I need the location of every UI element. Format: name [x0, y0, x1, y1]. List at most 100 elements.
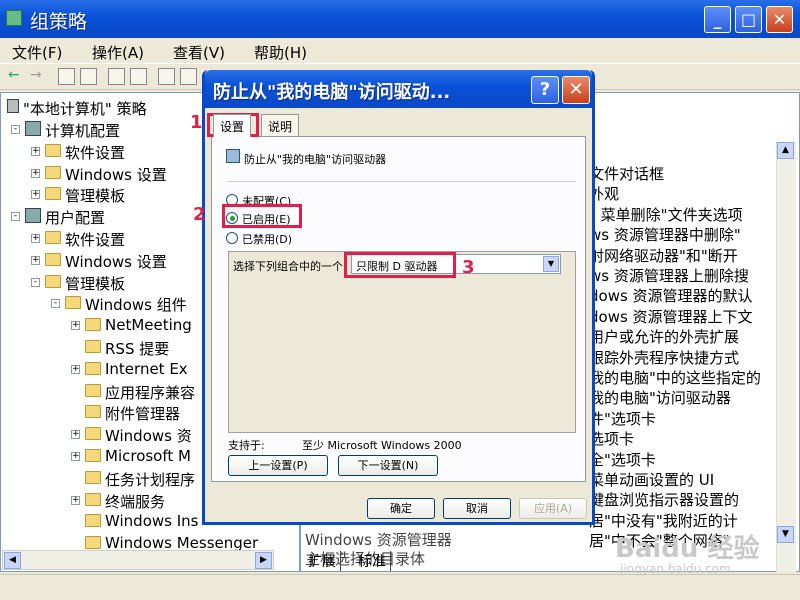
settings-panel: 防止从"我的电脑"访问驱动器 未配置(C) 已启用(E) 已禁用(D) 选择下列… [211, 136, 586, 482]
policy-list-item[interactable]: 我的电脑"访问驱动器 [589, 387, 731, 408]
dialog-close-button[interactable]: ✕ [562, 76, 590, 104]
expand-icon[interactable]: + [31, 168, 40, 178]
policy-dialog: 防止从"我的电脑"访问驱动... ? ✕ 设置 说明 防止从"我的电脑"访问驱动… [202, 70, 595, 525]
watermark-url: jingyan.baidu.com [620, 562, 731, 576]
cancel-button[interactable]: 取消 [443, 498, 511, 519]
menu-file[interactable]: 文件(F) [12, 42, 62, 63]
expand-icon[interactable]: + [31, 255, 40, 265]
collapse-icon[interactable]: - [51, 299, 60, 309]
policy-list-item[interactable]: 件"选项卡 [589, 408, 656, 429]
folder-icon [85, 361, 101, 375]
menu-help[interactable]: 帮助(H) [254, 42, 307, 63]
policy-list-item[interactable]: 菜单动画设置的 UI [589, 469, 714, 490]
dialog-title-bar[interactable]: 防止从"我的电脑"访问驱动... ? ✕ [205, 70, 592, 108]
tab-extended[interactable]: 扩展 [304, 551, 341, 571]
previous-setting-button[interactable]: 上一设置(P) [228, 455, 328, 476]
folder-icon [85, 318, 101, 332]
tree-item-label: 任务计划程序 [105, 470, 196, 489]
policy-list-item[interactable]: " 菜单删除"文件夹选项 [589, 204, 743, 225]
collapse-icon[interactable]: - [31, 277, 40, 287]
separator [228, 181, 576, 182]
minimize-button[interactable]: _ [704, 6, 731, 33]
expand-icon[interactable]: + [71, 321, 80, 331]
tree-horizontal-scrollbar[interactable]: ◀ ▶ [2, 550, 274, 570]
tab-settings[interactable]: 设置 [213, 114, 252, 137]
folder-icon [85, 340, 101, 353]
tree-item-label: Windows 资 [105, 427, 192, 446]
policy-list-item[interactable]: dows 资源管理器上下文 [589, 306, 753, 327]
highlight-combo [344, 252, 456, 278]
policy-list-item[interactable]: 射网络驱动器"和"断开 [589, 245, 738, 266]
details-vertical-scrollbar[interactable]: ▲ ▼ [776, 142, 796, 572]
folder-icon [85, 514, 101, 528]
radio-icon [226, 232, 238, 244]
folder-icon [45, 274, 61, 288]
policy-list-item[interactable]: 用户或允许的外壳扩展 [589, 326, 739, 347]
apply-button[interactable]: 应用(A) [519, 498, 587, 519]
policy-list-item[interactable]: 我的电脑"中的这些指定的 [589, 367, 761, 388]
close-button[interactable]: ✕ [766, 6, 793, 33]
status-bar [0, 574, 800, 600]
folder-icon [85, 427, 101, 441]
tree-item-label: RSS 提要 [105, 340, 170, 358]
back-arrow-icon[interactable]: ← [8, 67, 20, 83]
help-icon[interactable] [158, 68, 175, 85]
scroll-down-icon[interactable]: ▼ [777, 526, 794, 543]
radio-disabled[interactable]: 已禁用(D) [226, 231, 326, 247]
folder-icon [45, 143, 61, 157]
tab-explain[interactable]: 说明 [261, 114, 300, 136]
tree-item-label: NetMeeting [105, 316, 192, 335]
ok-button[interactable]: 确定 [367, 498, 435, 519]
tree-item-label: 管理模板 [65, 187, 126, 206]
forward-arrow-icon[interactable]: → [30, 67, 42, 83]
tree-item-label: 管理模板 [65, 274, 126, 293]
user-icon [25, 208, 41, 224]
folder-icon [85, 405, 101, 419]
tree-item-label: 软件设置 [65, 231, 126, 249]
policy-list-item[interactable]: 全"选项卡 [589, 449, 656, 470]
folder-icon [45, 165, 61, 179]
policy-list-item[interactable]: ws 资源管理器中删除" [589, 224, 741, 245]
expand-icon[interactable]: + [31, 234, 40, 243]
folder-icon [65, 296, 81, 310]
collapse-icon[interactable]: - [11, 212, 20, 222]
expand-icon[interactable]: + [71, 452, 80, 461]
collapse-icon[interactable]: - [11, 125, 20, 134]
policy-icon [7, 99, 19, 113]
policy-list-item[interactable]: 跟踪外壳程序快捷方式 [589, 347, 739, 368]
export-list-icon[interactable] [130, 68, 147, 85]
tree-item-label: 终端服务 [105, 492, 166, 511]
policy-list-item[interactable]: 文件对话框 [589, 163, 664, 184]
menu-view[interactable]: 查看(V) [173, 42, 225, 63]
scroll-up-icon[interactable]: ▲ [777, 142, 794, 159]
policy-list-item[interactable]: 选项卡 [589, 428, 634, 449]
expand-icon[interactable]: + [71, 495, 80, 505]
expand-icon[interactable]: + [71, 364, 80, 374]
dialog-help-button[interactable]: ? [531, 76, 559, 104]
policy-list-item[interactable]: ws 资源管理器上删除搜 [589, 265, 749, 286]
menu-action[interactable]: 操作(A) [92, 42, 144, 63]
tree-item-label: Windows 设置 [65, 252, 167, 271]
expand-icon[interactable]: + [71, 430, 80, 440]
view-icon[interactable] [180, 68, 197, 85]
tab-standard[interactable]: 标准 [354, 551, 391, 571]
chevron-down-icon[interactable]: ▼ [543, 256, 559, 272]
expand-icon[interactable]: + [31, 190, 40, 200]
show-tree-icon[interactable] [80, 68, 97, 85]
folder-icon [45, 252, 61, 266]
main-title-bar[interactable]: 组策略 _ □ ✕ [0, 0, 800, 38]
folder-icon [85, 470, 101, 484]
maximize-button[interactable]: □ [735, 6, 762, 33]
window-title: 组策略 [30, 11, 88, 33]
properties-icon[interactable] [108, 68, 125, 85]
folder-icon [85, 383, 101, 397]
folder-icon [85, 536, 101, 550]
scroll-left-icon[interactable]: ◀ [4, 552, 21, 569]
scroll-right-icon[interactable]: ▶ [255, 552, 272, 569]
tree-item-label: 计算机配置 [45, 122, 121, 140]
expand-icon[interactable]: + [31, 146, 40, 156]
policy-list-item[interactable]: dows 资源管理器的默认 [589, 285, 753, 306]
next-setting-button[interactable]: 下一设置(N) [338, 455, 438, 476]
up-folder-icon[interactable] [58, 68, 75, 85]
policy-list-item[interactable]: 键盘浏览指示器设置的 [589, 489, 739, 510]
